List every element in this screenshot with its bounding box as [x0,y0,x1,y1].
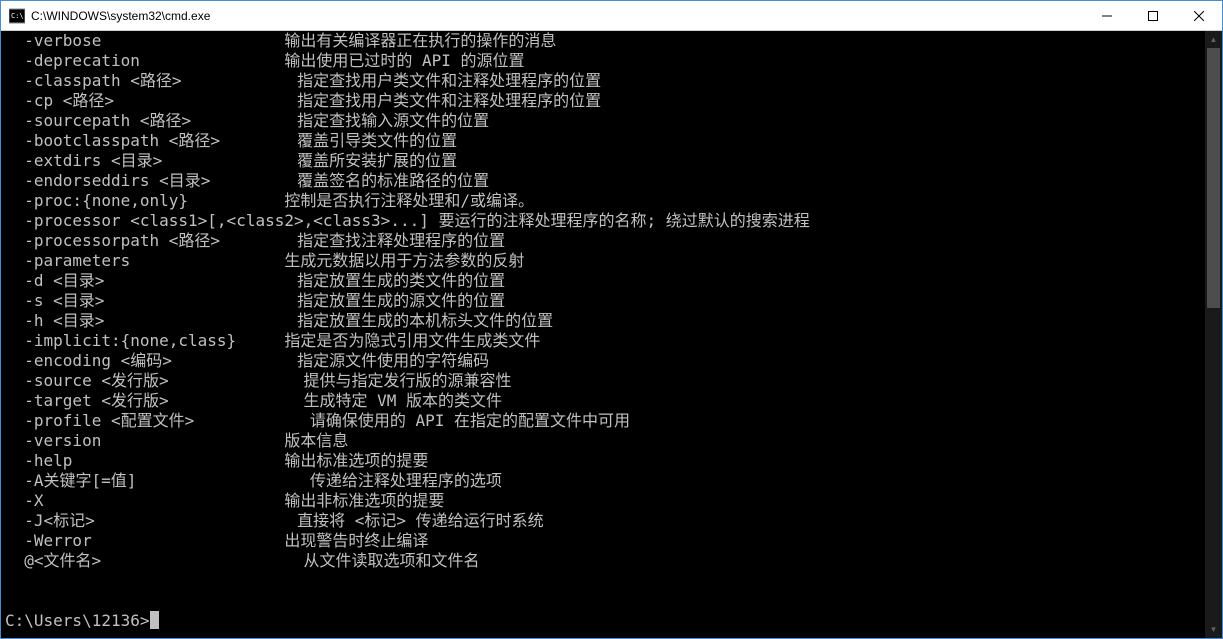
terminal-line: -A关键字[=值] 传递给注释处理程序的选项 [5,471,1201,491]
terminal-line [5,591,1201,611]
terminal-line: -classpath <路径> 指定查找用户类文件和注释处理程序的位置 [5,71,1201,91]
terminal-line: -help 输出标准选项的提要 [5,451,1201,471]
terminal-line [5,571,1201,591]
window-controls [1084,1,1222,30]
window-title: C:\WINDOWS\system32\cmd.exe [31,9,1084,23]
terminal-line: -version 版本信息 [5,431,1201,451]
terminal-area: -verbose 输出有关编译器正在执行的操作的消息 -deprecation … [1,31,1222,638]
cursor [150,611,159,629]
scroll-thumb[interactable] [1207,48,1220,308]
scroll-track[interactable] [1205,48,1222,621]
terminal-line: -processorpath <路径> 指定查找注释处理程序的位置 [5,231,1201,251]
terminal-line: -profile <配置文件> 请确保使用的 API 在指定的配置文件中可用 [5,411,1201,431]
terminal-line: -proc:{none,only} 控制是否执行注释处理和/或编译。 [5,191,1201,211]
terminal-line: -endorseddirs <目录> 覆盖签名的标准路径的位置 [5,171,1201,191]
minimize-button[interactable] [1084,1,1130,30]
scrollbar[interactable]: ▲ ▼ [1205,31,1222,638]
terminal-line: -J<标记> 直接将 <标记> 传递给运行时系统 [5,511,1201,531]
terminal-line: -verbose 输出有关编译器正在执行的操作的消息 [5,31,1201,51]
close-button[interactable] [1176,1,1222,30]
terminal-output[interactable]: -verbose 输出有关编译器正在执行的操作的消息 -deprecation … [1,31,1205,638]
title-bar: C:\ C:\WINDOWS\system32\cmd.exe [1,1,1222,31]
terminal-line: -deprecation 输出使用已过时的 API 的源位置 [5,51,1201,71]
prompt-text: C:\Users\12136> [5,611,150,631]
terminal-line: -target <发行版> 生成特定 VM 版本的类文件 [5,391,1201,411]
prompt-line[interactable]: C:\Users\12136> [5,611,1201,631]
terminal-line: -implicit:{none,class} 指定是否为隐式引用文件生成类文件 [5,331,1201,351]
terminal-line: -X 输出非标准选项的提要 [5,491,1201,511]
scroll-up-arrow[interactable]: ▲ [1205,31,1222,48]
terminal-line: -bootclasspath <路径> 覆盖引导类文件的位置 [5,131,1201,151]
scroll-down-arrow[interactable]: ▼ [1205,621,1222,638]
svg-text:C:\: C:\ [11,12,24,20]
terminal-line: -Werror 出现警告时终止编译 [5,531,1201,551]
maximize-button[interactable] [1130,1,1176,30]
terminal-line: -s <目录> 指定放置生成的源文件的位置 [5,291,1201,311]
terminal-line: -encoding <编码> 指定源文件使用的字符编码 [5,351,1201,371]
cmd-icon: C:\ [9,8,25,24]
terminal-line: -sourcepath <路径> 指定查找输入源文件的位置 [5,111,1201,131]
terminal-line: @<文件名> 从文件读取选项和文件名 [5,551,1201,571]
terminal-line: -extdirs <目录> 覆盖所安装扩展的位置 [5,151,1201,171]
terminal-line: -source <发行版> 提供与指定发行版的源兼容性 [5,371,1201,391]
terminal-line: -processor <class1>[,<class2>,<class3>..… [5,211,1201,231]
terminal-line: -d <目录> 指定放置生成的类文件的位置 [5,271,1201,291]
terminal-line: -cp <路径> 指定查找用户类文件和注释处理程序的位置 [5,91,1201,111]
terminal-line: -h <目录> 指定放置生成的本机标头文件的位置 [5,311,1201,331]
terminal-line: -parameters 生成元数据以用于方法参数的反射 [5,251,1201,271]
